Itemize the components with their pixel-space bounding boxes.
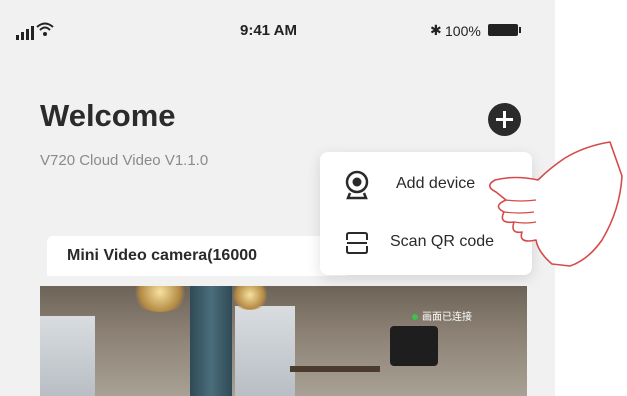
shelf-image bbox=[290, 366, 380, 372]
app-version: V720 Cloud Video V1.1.0 bbox=[40, 152, 209, 169]
camera-icon bbox=[345, 170, 369, 200]
live-label: 画面已连接 bbox=[422, 312, 472, 323]
status-bar: 9:41 AM ✱ 100% bbox=[0, 0, 555, 60]
live-indicator-dot bbox=[412, 314, 418, 320]
curtain-image bbox=[190, 286, 232, 396]
add-button plus-circle-icon[interactable] bbox=[488, 103, 521, 136]
menu-item-label: Add device bbox=[396, 175, 476, 192]
battery-percentage: 100% bbox=[445, 23, 481, 39]
device-name: Mini Video camera(16000 bbox=[67, 247, 258, 264]
ceiling-light-image bbox=[130, 286, 190, 312]
camera-preview[interactable]: 画面已连接 bbox=[40, 286, 527, 396]
qr-scan-icon bbox=[346, 232, 368, 254]
status-time: 9:41 AM bbox=[240, 22, 297, 39]
bluetooth-icon: ✱ bbox=[430, 22, 442, 38]
device-card-header[interactable]: Mini Video camera(16000 bbox=[47, 236, 347, 276]
pointing-hand-icon bbox=[488, 141, 623, 267]
window-image bbox=[235, 306, 295, 396]
signal-icon bbox=[16, 26, 34, 40]
page-title: Welcome bbox=[40, 98, 176, 133]
battery-icon bbox=[488, 24, 521, 36]
wifi-icon bbox=[36, 22, 54, 36]
lamp-shade-image bbox=[390, 326, 438, 366]
window-image bbox=[40, 316, 95, 396]
